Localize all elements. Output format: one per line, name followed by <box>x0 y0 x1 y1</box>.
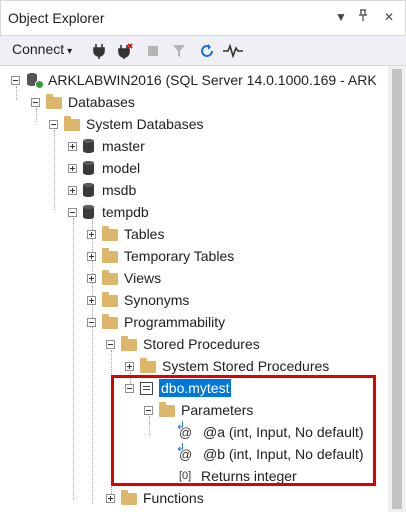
pin-icon[interactable] <box>353 7 373 27</box>
vertical-scrollbar[interactable] <box>388 66 406 512</box>
collapse-icon[interactable] <box>11 75 20 85</box>
folder-icon <box>102 248 118 263</box>
tree-node-label: Databases <box>68 94 135 110</box>
toolbar: Connect ▾ <box>0 36 406 66</box>
highlight-box <box>111 375 376 486</box>
tree-node-label: msdb <box>102 182 137 198</box>
expand-icon[interactable] <box>87 295 96 305</box>
tree-node-label: Temporary Tables <box>124 248 235 264</box>
expand-icon[interactable] <box>68 185 77 195</box>
expand-icon[interactable] <box>106 493 115 503</box>
database-icon <box>83 161 94 175</box>
expand-icon[interactable] <box>87 229 96 239</box>
folder-icon <box>140 358 156 373</box>
tree-node-label: Programmability <box>124 314 226 330</box>
collapse-icon[interactable] <box>68 207 77 217</box>
tree-node-server[interactable]: ARKLABWIN2016 (SQL Server 14.0.1000.169 … <box>11 69 377 91</box>
tree-node-label: ARKLABWIN2016 (SQL Server 14.0.1000.169 … <box>48 72 377 88</box>
folder-icon <box>102 226 118 241</box>
scrollbar-thumb[interactable] <box>392 69 402 509</box>
activity-monitor-icon[interactable] <box>222 40 244 62</box>
connect-label: Connect <box>12 41 65 57</box>
folder-icon <box>121 336 137 351</box>
expand-icon[interactable] <box>125 361 134 371</box>
database-icon <box>83 139 94 153</box>
tree-node-tempdb[interactable]: tempdb <box>68 201 149 223</box>
expand-icon[interactable] <box>87 251 96 261</box>
folder-icon <box>102 314 118 329</box>
stop-icon[interactable] <box>142 40 164 62</box>
collapse-icon[interactable] <box>106 339 115 349</box>
tree-node-model[interactable]: model <box>68 157 140 179</box>
window-title: Object Explorer <box>8 10 105 26</box>
database-icon <box>83 205 94 219</box>
folder-icon <box>102 270 118 285</box>
tree-node-master[interactable]: master <box>68 135 145 157</box>
tree-node-label: model <box>102 160 141 176</box>
tree-node-label: tempdb <box>102 204 149 220</box>
collapse-icon[interactable] <box>49 119 58 129</box>
connect-button[interactable]: Connect ▾ <box>12 41 72 57</box>
expand-icon[interactable] <box>68 141 77 151</box>
tree-node-label: Stored Procedures <box>143 336 260 352</box>
tree-node-stored-procedures[interactable]: Stored Procedures <box>106 333 260 355</box>
refresh-icon[interactable] <box>196 40 218 62</box>
server-icon <box>26 72 44 89</box>
folder-icon <box>121 490 137 505</box>
tree-node-label: System Databases <box>86 116 204 132</box>
database-icon <box>83 183 94 197</box>
tree-node-programmability[interactable]: Programmability <box>87 311 225 333</box>
tree-node-views[interactable]: Views <box>87 267 161 289</box>
tree-node-tables[interactable]: Tables <box>87 223 164 245</box>
tree-node-label: Tables <box>124 226 165 242</box>
tree-node-system-stored-procedures[interactable]: System Stored Procedures <box>125 355 329 377</box>
tree-node-temporary-tables[interactable]: Temporary Tables <box>87 245 234 267</box>
tree-node-label: master <box>102 138 145 154</box>
expand-icon[interactable] <box>87 273 96 283</box>
folder-icon <box>64 116 80 131</box>
tree-node-synonyms[interactable]: Synonyms <box>87 289 189 311</box>
connect-plug-icon[interactable] <box>88 40 110 62</box>
expand-icon[interactable] <box>68 163 77 173</box>
folder-icon <box>46 94 62 109</box>
tree-node-label: System Stored Procedures <box>162 358 330 374</box>
caret-down-icon: ▾ <box>67 46 73 57</box>
dropdown-icon[interactable]: ▼ <box>331 7 351 27</box>
tree-node-label: Views <box>124 270 162 286</box>
filter-icon[interactable] <box>168 40 190 62</box>
collapse-icon[interactable] <box>87 317 96 327</box>
tree-node-label: Synonyms <box>124 292 190 308</box>
folder-icon <box>102 292 118 307</box>
tree-node-msdb[interactable]: msdb <box>68 179 136 201</box>
tree-node-system-databases[interactable]: System Databases <box>49 113 204 135</box>
tree-node-databases[interactable]: Databases <box>31 91 135 113</box>
object-explorer-titlebar: Object Explorer ▼ ✕ <box>0 0 406 36</box>
tree-node-label: Functions <box>143 490 204 506</box>
disconnect-icon[interactable] <box>114 40 136 62</box>
tree-node-functions[interactable]: Functions <box>106 487 204 509</box>
collapse-icon[interactable] <box>31 97 40 107</box>
close-icon[interactable]: ✕ <box>379 7 399 27</box>
